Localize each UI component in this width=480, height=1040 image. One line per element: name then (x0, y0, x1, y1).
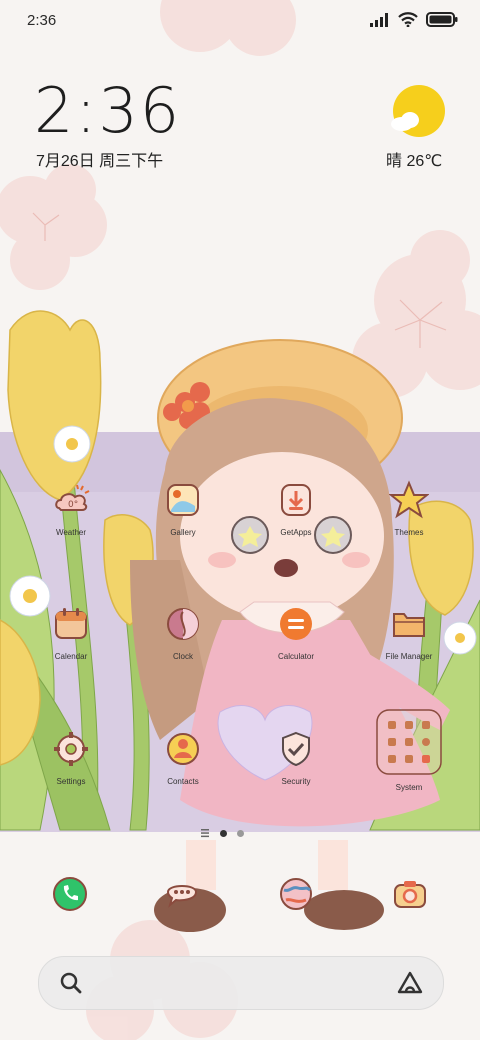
page-dot[interactable] (237, 829, 244, 837)
page-dot-active[interactable] (220, 829, 227, 837)
app-calendar[interactable]: Calendar (31, 604, 111, 661)
calendar-icon (55, 608, 87, 639)
battery-icon (426, 12, 458, 27)
contacts-icon (167, 733, 199, 765)
system-folder-icon (376, 709, 442, 775)
clock-widget-time[interactable]: 2:36 (34, 74, 181, 147)
page-indicator[interactable] (200, 828, 244, 838)
clock-widget-date: 7月26日 周三下午 (36, 153, 164, 170)
wifi-icon (398, 12, 418, 27)
weather-icon: 0° (55, 484, 90, 511)
browser-icon[interactable] (278, 876, 314, 912)
assistant-icon[interactable] (397, 970, 423, 996)
app-system-folder[interactable]: System (369, 709, 449, 792)
status-time: 2:36 (27, 12, 57, 29)
list-view-icon[interactable] (200, 828, 210, 838)
app-getapps[interactable]: GetApps (256, 480, 336, 537)
app-file-manager[interactable]: File Manager (369, 604, 449, 661)
app-clock[interactable]: Clock (143, 604, 223, 661)
search-bar[interactable] (38, 956, 444, 1010)
sunny-partly-cloudy-icon[interactable] (390, 84, 446, 140)
app-weather[interactable]: 0° Weather (31, 480, 111, 537)
gallery-icon (167, 484, 199, 516)
file-manager-icon (393, 613, 425, 637)
security-icon (282, 731, 310, 767)
getapps-icon (281, 484, 311, 516)
signal-icon (370, 12, 388, 27)
camera-icon[interactable] (392, 876, 428, 912)
clock-icon (167, 608, 199, 640)
app-gallery[interactable]: Gallery (143, 480, 223, 537)
messages-icon[interactable] (164, 876, 200, 912)
calculator-icon (280, 608, 312, 640)
app-contacts[interactable]: Contacts (143, 729, 223, 786)
app-calculator[interactable]: Calculator (256, 604, 336, 661)
themes-icon (389, 480, 429, 519)
weather-text: 晴 26℃ (386, 153, 443, 170)
settings-icon (54, 732, 88, 766)
status-bar: 2:36 (0, 0, 480, 40)
search-icon[interactable] (59, 971, 83, 995)
svg-text:0°: 0° (68, 500, 78, 510)
app-settings[interactable]: Settings (31, 729, 111, 786)
app-themes[interactable]: Themes (369, 480, 449, 537)
phone-icon[interactable] (52, 876, 88, 912)
app-security[interactable]: Security (256, 729, 336, 786)
